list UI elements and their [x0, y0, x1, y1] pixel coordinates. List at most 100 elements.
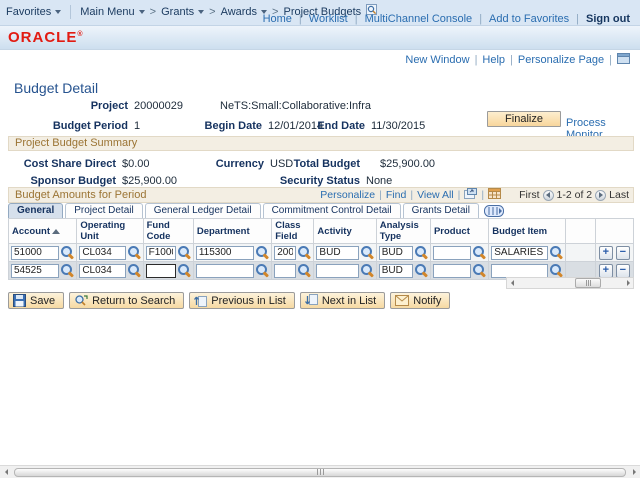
col-account[interactable]: Account: [9, 219, 77, 244]
lookup-icon[interactable]: [473, 246, 486, 259]
cost-share-direct-label: Cost Share Direct: [8, 158, 116, 170]
account-input[interactable]: [11, 246, 59, 260]
lookup-icon[interactable]: [415, 264, 428, 277]
col-class-field[interactable]: Class Field: [272, 219, 314, 244]
col-fund-code[interactable]: Fund Code: [143, 219, 193, 244]
pager-last-label: Last: [609, 189, 629, 201]
tab-commitment-control-detail[interactable]: Commitment Control Detail: [263, 203, 401, 218]
lookup-icon[interactable]: [550, 264, 563, 277]
save-button[interactable]: Save: [8, 292, 64, 309]
scroll-left-icon[interactable]: [507, 278, 517, 288]
budget-item-input[interactable]: [491, 246, 547, 260]
budget-item-input[interactable]: [491, 264, 547, 278]
new-window-link[interactable]: New Window: [405, 54, 469, 66]
lookup-icon[interactable]: [256, 246, 269, 259]
product-input[interactable]: [433, 246, 471, 260]
product-input[interactable]: [433, 264, 471, 278]
window-horizontal-scrollbar[interactable]: [0, 465, 640, 478]
breadcrumb-main-menu[interactable]: Main Menu: [80, 6, 144, 18]
tab-project-detail[interactable]: Project Detail: [65, 203, 142, 218]
lookup-icon[interactable]: [550, 246, 563, 259]
lookup-icon[interactable]: [256, 264, 269, 277]
lookup-icon[interactable]: [361, 246, 374, 259]
col-department[interactable]: Department: [193, 219, 271, 244]
show-all-columns-icon[interactable]: [481, 203, 504, 218]
col-product[interactable]: Product: [430, 219, 488, 244]
add-row-button[interactable]: +: [599, 246, 613, 260]
notify-button[interactable]: Notify: [390, 292, 450, 309]
col-analysis-type[interactable]: Analysis Type: [376, 219, 430, 244]
link-separator: |: [410, 189, 413, 201]
worklist-link[interactable]: Worklist: [309, 13, 348, 25]
delete-row-button[interactable]: −: [616, 264, 630, 278]
col-operating-unit[interactable]: Operating Unit: [77, 219, 143, 244]
download-grid-icon[interactable]: [488, 188, 501, 202]
lookup-icon[interactable]: [298, 264, 311, 277]
lookup-icon[interactable]: [361, 264, 374, 277]
sponsor-budget-value: $25,900.00: [122, 175, 177, 187]
end-date-value: 11/30/2015: [371, 120, 425, 132]
class-field-input[interactable]: [274, 246, 296, 260]
pager-first-label: First: [519, 189, 539, 201]
previous-in-list-button[interactable]: Previous in List: [189, 292, 295, 309]
analysis-type-input[interactable]: [379, 246, 413, 260]
operating-unit-input[interactable]: [79, 264, 125, 278]
fund-code-input[interactable]: [146, 264, 176, 278]
view-all-link[interactable]: View All: [417, 189, 454, 201]
delete-row-button[interactable]: −: [616, 246, 630, 260]
home-link[interactable]: Home: [263, 13, 292, 25]
account-input[interactable]: [11, 264, 59, 278]
window-scrollbar-thumb[interactable]: [14, 468, 626, 477]
tab-general[interactable]: General: [8, 203, 63, 218]
tab-grants-detail[interactable]: Grants Detail: [403, 203, 479, 218]
breadcrumb-item-awards[interactable]: Awards: [221, 6, 267, 18]
breadcrumb-favorites[interactable]: Favorites: [6, 6, 61, 18]
previous-in-list-icon: [194, 294, 207, 307]
col-budget-item[interactable]: Budget Item: [489, 219, 565, 244]
tab-general-ledger-detail[interactable]: General Ledger Detail: [145, 203, 261, 218]
grid-horizontal-scrollbar[interactable]: [506, 277, 634, 289]
multichannel-console-link[interactable]: MultiChannel Console: [365, 13, 473, 25]
popup-window-icon[interactable]: [464, 188, 477, 202]
add-row-button[interactable]: +: [599, 264, 613, 278]
department-input[interactable]: [196, 264, 254, 278]
add-to-favorites-link[interactable]: Add to Favorites: [489, 13, 569, 25]
page-url-icon[interactable]: [617, 53, 630, 67]
activity-input[interactable]: [316, 246, 358, 260]
sign-out-link[interactable]: Sign out: [586, 13, 630, 25]
personalize-link[interactable]: Personalize: [320, 189, 375, 201]
next-in-list-button[interactable]: Next in List: [300, 292, 385, 309]
page-title: Budget Detail: [14, 80, 98, 96]
find-link[interactable]: Find: [386, 189, 406, 201]
return-to-search-button[interactable]: Return to Search: [69, 292, 184, 309]
analysis-type-input[interactable]: [379, 264, 413, 278]
class-field-input[interactable]: [274, 264, 296, 278]
budget-period-value: 1: [134, 120, 140, 132]
link-separator: |: [510, 54, 513, 66]
department-input[interactable]: [196, 246, 254, 260]
lookup-icon[interactable]: [298, 246, 311, 259]
chevron-down-icon: [139, 10, 145, 14]
grid-scrollbar-thumb[interactable]: [575, 278, 601, 288]
lookup-icon[interactable]: [178, 264, 191, 277]
lookup-icon[interactable]: [178, 246, 191, 259]
col-activity[interactable]: Activity: [314, 219, 376, 244]
lookup-icon[interactable]: [128, 264, 141, 277]
fund-code-input[interactable]: [146, 246, 176, 260]
operating-unit-input[interactable]: [79, 246, 125, 260]
pager-previous-icon[interactable]: [543, 190, 554, 201]
help-link[interactable]: Help: [482, 54, 505, 66]
scroll-right-icon[interactable]: [628, 467, 640, 478]
scroll-left-icon[interactable]: [0, 467, 12, 478]
scroll-right-icon[interactable]: [623, 278, 633, 288]
lookup-icon[interactable]: [128, 246, 141, 259]
breadcrumb-item-grants[interactable]: Grants: [161, 6, 204, 18]
pager-next-icon[interactable]: [595, 190, 606, 201]
lookup-icon[interactable]: [61, 246, 74, 259]
personalize-page-link[interactable]: Personalize Page: [518, 54, 604, 66]
activity-input[interactable]: [316, 264, 358, 278]
lookup-icon[interactable]: [473, 264, 486, 277]
lookup-icon[interactable]: [415, 246, 428, 259]
finalize-button[interactable]: Finalize: [487, 111, 561, 127]
lookup-icon[interactable]: [61, 264, 74, 277]
